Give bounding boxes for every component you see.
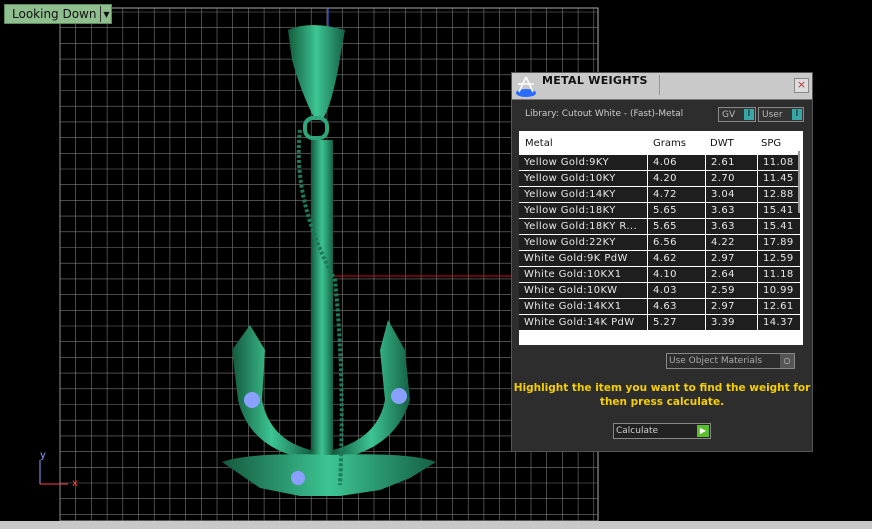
table-cell: 11.08 xyxy=(758,155,800,170)
status-bar xyxy=(0,521,872,529)
table-cell: 14.37 xyxy=(758,315,800,330)
play-icon: ▶ xyxy=(697,425,709,437)
table-cell: 17.89 xyxy=(758,235,800,250)
table-cell: Yellow Gold:22KY xyxy=(519,235,647,250)
library-label: Library: Cutout White - (Fast)-Metal xyxy=(525,109,684,119)
table-row[interactable]: White Gold:9K PdW 4.62 2.97 12.59 xyxy=(519,251,803,266)
scale-logo-icon xyxy=(516,76,536,97)
table-cell: 5.65 xyxy=(648,219,705,234)
table-cell: 4.20 xyxy=(648,171,705,186)
table-cell: 2.61 xyxy=(706,155,757,170)
table-cell: 4.06 xyxy=(648,155,705,170)
table-row[interactable]: White Gold:14KX1 4.63 2.97 12.61 xyxy=(519,299,803,314)
metal-table[interactable]: Metal Grams DWT SPG Yellow Gold:9KY 4.06 2… xyxy=(519,131,803,345)
user-toggle[interactable]: User I xyxy=(758,107,804,122)
use-object-materials-toggle[interactable]: Use Object Materials ○ xyxy=(666,353,795,369)
use-object-materials-label: Use Object Materials xyxy=(669,356,763,366)
table-cell: 4.63 xyxy=(648,299,705,314)
table-row[interactable]: Yellow Gold:18KY 5.65 3.63 15.41 xyxy=(519,203,803,218)
axis-x-label: x xyxy=(72,478,78,489)
calculate-button[interactable]: Calculate ▶ xyxy=(613,423,711,439)
calculate-label: Calculate xyxy=(616,426,659,436)
table-cell: 4.22 xyxy=(706,235,757,250)
column-header[interactable]: Grams xyxy=(647,138,704,149)
table-cell: White Gold:9K PdW xyxy=(519,251,647,266)
table-cell: 4.03 xyxy=(648,283,705,298)
toggle-icon: I xyxy=(792,109,802,120)
panel-title: METAL WEIGHTS xyxy=(542,74,648,87)
table-cell: 4.10 xyxy=(648,267,705,282)
table-cell: 12.61 xyxy=(758,299,800,314)
table-cell: White Gold:10KX1 xyxy=(519,267,647,282)
table-cell: 15.41 xyxy=(758,219,800,234)
table-cell: 3.04 xyxy=(706,187,757,202)
radio-icon: ○ xyxy=(780,354,794,368)
column-header[interactable]: DWT xyxy=(704,138,755,149)
table-cell: 5.65 xyxy=(648,203,705,218)
table-cell: 3.63 xyxy=(706,203,757,218)
table-cell: 2.64 xyxy=(706,267,757,282)
title-divider xyxy=(659,75,660,95)
vertical-scrollbar[interactable] xyxy=(798,151,800,213)
table-cell: 2.97 xyxy=(706,251,757,266)
table-cell: 4.62 xyxy=(648,251,705,266)
table-row[interactable]: White Gold:10KW 4.03 2.59 10.99 xyxy=(519,283,803,298)
table-cell: Yellow Gold:9KY xyxy=(519,155,647,170)
axis-y-label: y xyxy=(40,450,46,461)
table-row[interactable]: Yellow Gold:10KY 4.20 2.70 11.45 xyxy=(519,171,803,186)
table-cell: 12.59 xyxy=(758,251,800,266)
metal-weights-panel: METAL WEIGHTS × Library: Cutout White - … xyxy=(511,72,813,452)
table-cell: 2.97 xyxy=(706,299,757,314)
user-label: User xyxy=(762,109,783,120)
table-cell: Yellow Gold:18KY xyxy=(519,203,647,218)
table-cell: 11.18 xyxy=(758,267,800,282)
panel-titlebar[interactable]: METAL WEIGHTS × xyxy=(512,73,812,100)
table-cell: 11.45 xyxy=(758,171,800,186)
table-cell: 4.72 xyxy=(648,187,705,202)
table-cell: Yellow Gold:10KY xyxy=(519,171,647,186)
table-cell: 15.41 xyxy=(758,203,800,218)
table-cell: Yellow Gold:14KY xyxy=(519,187,647,202)
view-name: Looking Down xyxy=(12,7,97,21)
table-row[interactable]: Yellow Gold:22KY 6.56 4.22 17.89 xyxy=(519,235,803,250)
table-cell: White Gold:14KX1 xyxy=(519,299,647,314)
column-header[interactable]: Metal xyxy=(519,138,647,149)
table-cell: 6.56 xyxy=(648,235,705,250)
view-selector[interactable]: Looking Down ▼ xyxy=(4,4,113,24)
instruction-message: Highlight the item you want to find the … xyxy=(513,382,811,408)
table-row[interactable]: White Gold:14K PdW 5.27 3.39 14.37 xyxy=(519,315,803,330)
gv-label: GV xyxy=(722,109,736,120)
table-row[interactable]: Yellow Gold:14KY 4.72 3.04 12.88 xyxy=(519,187,803,202)
table-cell: 3.39 xyxy=(706,315,757,330)
table-cell: Yellow Gold:18KY R... xyxy=(519,219,647,234)
column-header[interactable]: SPG xyxy=(755,138,797,149)
table-cell: 3.63 xyxy=(706,219,757,234)
table-cell: White Gold:14K PdW xyxy=(519,315,647,330)
table-cell: 2.59 xyxy=(706,283,757,298)
table-cell: 5.27 xyxy=(648,315,705,330)
toggle-icon: I xyxy=(744,109,754,120)
close-button[interactable]: × xyxy=(794,78,809,93)
table-cell: 10.99 xyxy=(758,283,800,298)
table-cell: 12.88 xyxy=(758,187,800,202)
gv-toggle[interactable]: GV I xyxy=(718,107,756,122)
table-header: Metal Grams DWT SPG xyxy=(519,131,803,155)
table-cell: 2.70 xyxy=(706,171,757,186)
table-row[interactable]: Yellow Gold:9KY 4.06 2.61 11.08 xyxy=(519,155,803,170)
table-row[interactable]: White Gold:10KX1 4.10 2.64 11.18 xyxy=(519,267,803,282)
table-cell: White Gold:10KW xyxy=(519,283,647,298)
chevron-down-icon[interactable]: ▼ xyxy=(100,6,111,22)
table-row[interactable]: Yellow Gold:18KY R... 5.65 3.63 15.41 xyxy=(519,219,803,234)
